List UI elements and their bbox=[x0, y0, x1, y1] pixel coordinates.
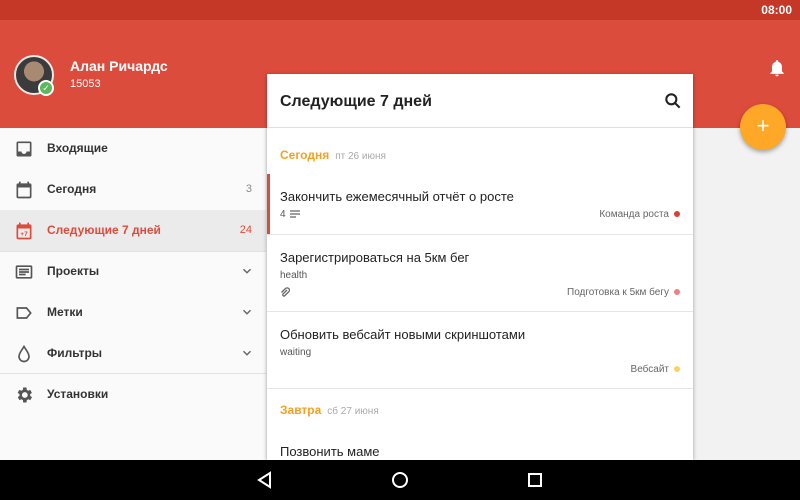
sidebar-item-labels[interactable]: Метки bbox=[0, 292, 266, 333]
task-title: Зарегистрироваться на 5км бег bbox=[280, 250, 470, 265]
bell-icon[interactable] bbox=[767, 58, 787, 78]
task-comments: 4 bbox=[280, 209, 301, 220]
task-project: Подготовка к 5км бегу bbox=[567, 287, 669, 298]
section-date: пт 26 июня bbox=[335, 151, 386, 162]
sidebar-item-label: Установки bbox=[47, 387, 109, 401]
section-day: Завтра bbox=[280, 403, 322, 417]
sidebar-item-today[interactable]: Сегодня 3 bbox=[0, 169, 266, 210]
comment-icon bbox=[290, 210, 301, 218]
sidebar: Входящие Сегодня 3 +7 Следующие 7 дней 2… bbox=[0, 128, 266, 460]
attachment-icon bbox=[281, 287, 290, 297]
filter-icon bbox=[18, 344, 30, 363]
task-item[interactable]: Позвонить маме bbox=[267, 429, 693, 460]
sidebar-item-label: Фильтры bbox=[47, 346, 103, 360]
sidebar-item-filters[interactable]: Фильтры bbox=[0, 333, 266, 374]
status-bar: 08:00 bbox=[0, 0, 800, 20]
sidebar-item-label: Следующие 7 дней bbox=[47, 223, 161, 237]
section-date: сб 27 июня bbox=[327, 406, 379, 417]
task-project: Команда роста bbox=[599, 209, 669, 220]
inbox-icon bbox=[16, 141, 32, 157]
task-item[interactable]: Обновить вебсайт новыми скриншотами wait… bbox=[267, 312, 693, 389]
task-project: Вебсайт bbox=[630, 364, 669, 375]
sidebar-item-count: 24 bbox=[239, 224, 252, 236]
page-title: Следующие 7 дней bbox=[280, 93, 432, 110]
sidebar-item-projects[interactable]: Проекты bbox=[0, 251, 266, 292]
verified-badge-icon: ✓ bbox=[38, 80, 54, 96]
sidebar-item-label: Метки bbox=[47, 305, 83, 319]
task-item[interactable]: Закончить ежемесячный отчёт о росте 4 Ко… bbox=[267, 174, 693, 235]
task-title: Обновить вебсайт новыми скриншотами bbox=[280, 327, 526, 342]
svg-text:+7: +7 bbox=[20, 231, 28, 238]
sidebar-item-next-7-days[interactable]: +7 Следующие 7 дней 24 bbox=[0, 210, 266, 251]
panel-header: Следующие 7 дней bbox=[267, 74, 693, 128]
label-icon bbox=[16, 307, 32, 319]
sidebar-item-label: Входящие bbox=[47, 141, 108, 155]
system-nav-bar bbox=[0, 460, 800, 500]
section-header-tomorrow: Завтра сб 27 июня bbox=[280, 403, 379, 417]
section-header-today: Сегодня пт 26 июня bbox=[280, 148, 386, 162]
user-name: Алан Ричардс bbox=[70, 58, 168, 74]
calendar-icon bbox=[16, 181, 32, 199]
sidebar-item-label: Сегодня bbox=[47, 182, 97, 196]
task-panel: Следующие 7 дней Сегодня пт 26 июня Закон… bbox=[267, 74, 693, 460]
task-label: health bbox=[280, 270, 308, 281]
chevron-down-icon[interactable] bbox=[240, 346, 254, 360]
back-icon[interactable] bbox=[255, 470, 275, 490]
project-color-dot bbox=[674, 211, 680, 217]
project-color-dot bbox=[674, 366, 680, 372]
plus-icon: + bbox=[756, 113, 770, 138]
recents-icon[interactable] bbox=[525, 470, 545, 490]
comment-count: 4 bbox=[280, 209, 286, 220]
sidebar-item-settings[interactable]: Установки bbox=[0, 374, 266, 415]
sidebar-item-count: 3 bbox=[245, 183, 252, 195]
task-title: Закончить ежемесячный отчёт о росте bbox=[280, 189, 514, 204]
status-time: 08:00 bbox=[761, 3, 792, 17]
sidebar-item-label: Проекты bbox=[47, 264, 100, 278]
sidebar-item-inbox[interactable]: Входящие bbox=[0, 128, 266, 169]
calendar-week-icon: +7 bbox=[16, 222, 32, 240]
gear-icon bbox=[17, 387, 32, 403]
task-label: waiting bbox=[280, 347, 312, 358]
search-icon[interactable] bbox=[663, 91, 683, 111]
task-item[interactable]: Зарегистрироваться на 5км бег health Под… bbox=[267, 235, 693, 312]
add-task-button[interactable]: + bbox=[740, 104, 786, 150]
section-day: Сегодня bbox=[280, 148, 330, 162]
home-icon[interactable] bbox=[390, 470, 410, 490]
chevron-down-icon[interactable] bbox=[240, 264, 254, 278]
chevron-down-icon[interactable] bbox=[240, 305, 254, 319]
task-title: Позвонить маме bbox=[280, 444, 380, 459]
project-color-dot bbox=[674, 289, 680, 295]
projects-icon bbox=[15, 265, 33, 279]
user-karma: 15053 bbox=[70, 78, 101, 90]
